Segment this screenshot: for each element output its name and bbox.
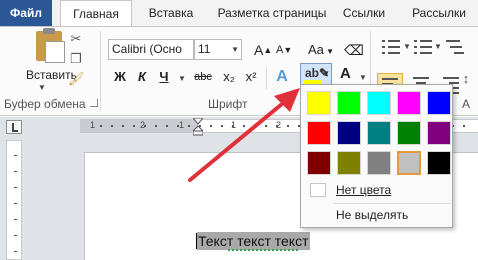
vertical-ruler[interactable]	[6, 140, 22, 260]
ruler-tick	[155, 125, 157, 127]
underline-button[interactable]: Ч	[156, 67, 172, 87]
stop-highlighting-label: Не выделять	[336, 208, 409, 222]
grow-font-button[interactable]: A▲	[254, 39, 272, 61]
ruler-tick	[243, 125, 245, 127]
color-swatch[interactable]	[337, 91, 361, 115]
color-swatch[interactable]	[397, 121, 421, 145]
ruler-tick	[166, 125, 168, 127]
group-separator	[100, 31, 101, 111]
no-color-item[interactable]: Нет цвета	[302, 179, 451, 201]
shrink-font-button[interactable]: A▼	[276, 39, 292, 61]
line-spacing-icon[interactable]: ↕	[458, 71, 474, 87]
ruler-tick	[122, 125, 124, 127]
selected-document-text[interactable]: Текст текст текст	[197, 232, 310, 250]
ruler-number: 1	[90, 120, 96, 130]
paste-dropdown-icon: ▼	[38, 83, 46, 92]
color-swatch[interactable]	[397, 91, 421, 115]
bullets-icon[interactable]	[380, 37, 402, 57]
strikethrough-button[interactable]: abc	[190, 67, 216, 87]
font-name-combo[interactable]: Calibri (Осно	[108, 39, 194, 60]
subscript-button[interactable]: x₂	[220, 67, 238, 87]
ruler-tick	[276, 125, 278, 127]
tab-mailings[interactable]: Рассылки	[404, 0, 474, 26]
highlight-color-palette: Нет цвета Не выделять	[300, 84, 453, 228]
color-swatch[interactable]	[337, 151, 361, 175]
tab-file[interactable]: Файл	[0, 0, 52, 26]
tab-home[interactable]: Главная	[60, 0, 132, 27]
ruler-tick	[144, 125, 146, 127]
color-swatch[interactable]	[307, 151, 331, 175]
color-swatch[interactable]	[367, 91, 391, 115]
font-color-dropdown-icon: ▼	[359, 73, 367, 82]
indent-marker-icon[interactable]	[193, 118, 203, 136]
tab-references[interactable]: Ссылки	[336, 0, 392, 26]
text-effects-icon[interactable]: A	[272, 67, 292, 87]
paragraph-group-label: А	[462, 97, 471, 111]
color-swatch[interactable]	[367, 121, 391, 145]
paste-button[interactable]: Вставить ▼	[10, 27, 77, 93]
ruler-tick	[221, 125, 223, 127]
clipboard-launcher-icon[interactable]	[90, 99, 98, 107]
font-size-dropdown-icon: ▼	[231, 45, 239, 54]
ruler-tick	[111, 125, 113, 127]
change-case-button[interactable]: Aa ▼	[308, 39, 334, 61]
text-cursor	[196, 233, 197, 249]
clipboard-group-label: Буфер обмена	[4, 97, 86, 111]
ruler-tick	[100, 125, 102, 127]
clipboard-paper-icon	[45, 41, 65, 63]
no-color-swatch	[310, 183, 326, 197]
ruler-tick	[133, 125, 135, 127]
font-name-value: Calibri (Осно	[112, 42, 182, 56]
multilevel-list-icon[interactable]	[444, 37, 466, 57]
spellcheck-squiggle	[228, 249, 298, 251]
font-size-value: 11	[198, 42, 211, 56]
ruler-tick	[232, 125, 234, 127]
tab-insert[interactable]: Вставка	[142, 0, 200, 26]
scissors-icon[interactable]: ✂	[68, 31, 84, 47]
numbering-dropdown-icon[interactable]: ▼	[434, 42, 442, 51]
clear-format-icon[interactable]: ⌫	[344, 39, 364, 61]
tab-page-layout[interactable]: Разметка страницы	[208, 0, 336, 26]
ruler-tick	[177, 125, 179, 127]
italic-button[interactable]: К	[134, 67, 150, 87]
numbering-icon[interactable]	[412, 37, 434, 57]
bold-button[interactable]: Ж	[112, 67, 128, 87]
ruler-tick	[210, 125, 212, 127]
ribbon-tab-bar: Файл Главная Вставка Разметка страницы С…	[0, 0, 478, 27]
color-swatch[interactable]	[337, 121, 361, 145]
ruler-number: 1	[179, 120, 185, 130]
font-separator	[266, 67, 267, 89]
clipboard-clip-icon	[43, 28, 55, 34]
no-color-label: Нет цвета	[336, 183, 392, 197]
ruler-tick	[463, 125, 465, 127]
color-swatch[interactable]	[427, 151, 451, 175]
change-case-glyph: Aa	[308, 42, 324, 57]
grow-font-glyph: A	[254, 42, 264, 58]
font-size-combo[interactable]: 11 ▼	[194, 39, 242, 60]
font-group-label: Шрифт	[208, 97, 248, 111]
color-swatch[interactable]	[427, 121, 451, 145]
color-swatch[interactable]	[367, 151, 391, 175]
underline-dropdown-icon[interactable]: ▼	[178, 74, 186, 83]
tab-selector-icon[interactable]	[6, 120, 22, 134]
superscript-button[interactable]: x²	[242, 67, 260, 87]
stop-highlighting-item[interactable]: Не выделять	[302, 204, 451, 226]
color-swatch[interactable]	[397, 151, 421, 175]
color-swatch[interactable]	[307, 121, 331, 145]
ruler-tick	[254, 125, 256, 127]
color-swatch[interactable]	[427, 91, 451, 115]
format-painter-icon[interactable]: 🖌	[68, 71, 85, 87]
ruler-tick	[265, 125, 267, 127]
font-color-glyph: A	[340, 65, 351, 82]
ruler-tick	[287, 125, 289, 127]
highlight-dropdown-icon: ▼	[322, 69, 330, 78]
copy-icon[interactable]: ❐	[68, 51, 84, 67]
ruler-tick	[188, 125, 190, 127]
bullets-dropdown-icon[interactable]: ▼	[403, 42, 411, 51]
color-swatch[interactable]	[307, 91, 331, 115]
